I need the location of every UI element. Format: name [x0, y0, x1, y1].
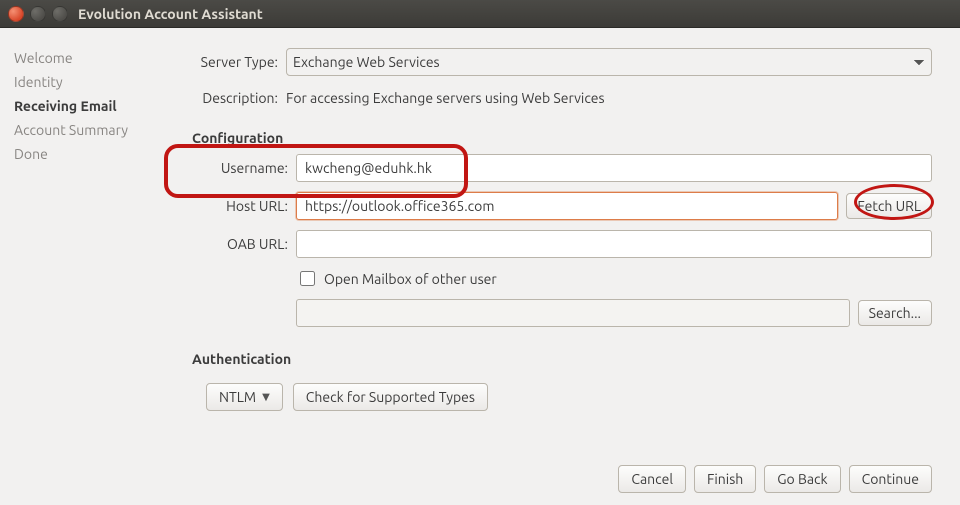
- username-input[interactable]: [296, 154, 932, 182]
- fetch-url-button[interactable]: Fetch URL: [846, 193, 932, 219]
- cancel-button[interactable]: Cancel: [618, 465, 686, 493]
- sidebar-item-account-summary[interactable]: Account Summary: [14, 118, 155, 142]
- sidebar-item-identity[interactable]: Identity: [14, 70, 155, 94]
- auth-method-value: NTLM: [219, 389, 256, 405]
- sidebar-item-welcome[interactable]: Welcome: [14, 46, 155, 70]
- authentication-heading: Authentication: [192, 351, 932, 367]
- open-mailbox-label: Open Mailbox of other user: [324, 271, 497, 287]
- host-url-input[interactable]: [296, 192, 838, 220]
- continue-button[interactable]: Continue: [849, 465, 932, 493]
- oab-url-input[interactable]: [296, 230, 932, 258]
- description-label: Description:: [192, 90, 278, 106]
- chevron-down-icon: ▼: [262, 391, 270, 403]
- content-area: Server Type: Exchange Web Services Descr…: [170, 28, 960, 505]
- sidebar-item-receiving-email[interactable]: Receiving Email: [14, 94, 155, 118]
- sidebar-item-done[interactable]: Done: [14, 142, 155, 166]
- other-mailbox-input: [296, 299, 850, 327]
- maximize-icon[interactable]: [52, 6, 68, 22]
- finish-button[interactable]: Finish: [694, 465, 756, 493]
- configuration-heading: Configuration: [192, 130, 932, 146]
- go-back-button[interactable]: Go Back: [764, 465, 840, 493]
- server-type-select[interactable]: Exchange Web Services: [286, 48, 932, 76]
- oab-url-label: OAB URL:: [192, 236, 288, 252]
- wizard-sidebar: Welcome Identity Receiving Email Account…: [0, 28, 170, 505]
- auth-method-dropdown[interactable]: NTLM ▼: [206, 383, 283, 411]
- username-label: Username:: [192, 160, 288, 176]
- window-title: Evolution Account Assistant: [78, 6, 263, 22]
- close-icon[interactable]: [8, 6, 24, 22]
- host-url-label: Host URL:: [192, 198, 288, 214]
- title-bar: Evolution Account Assistant: [0, 0, 960, 28]
- server-type-label: Server Type:: [192, 54, 278, 70]
- check-supported-types-button[interactable]: Check for Supported Types: [293, 383, 488, 411]
- description-text: For accessing Exchange servers using Web…: [286, 90, 932, 106]
- search-mailbox-button[interactable]: Search...: [858, 300, 932, 326]
- wizard-footer: Cancel Finish Go Back Continue: [192, 453, 932, 493]
- window-controls: [8, 6, 68, 22]
- open-mailbox-checkbox[interactable]: [300, 271, 315, 286]
- minimize-icon[interactable]: [30, 6, 46, 22]
